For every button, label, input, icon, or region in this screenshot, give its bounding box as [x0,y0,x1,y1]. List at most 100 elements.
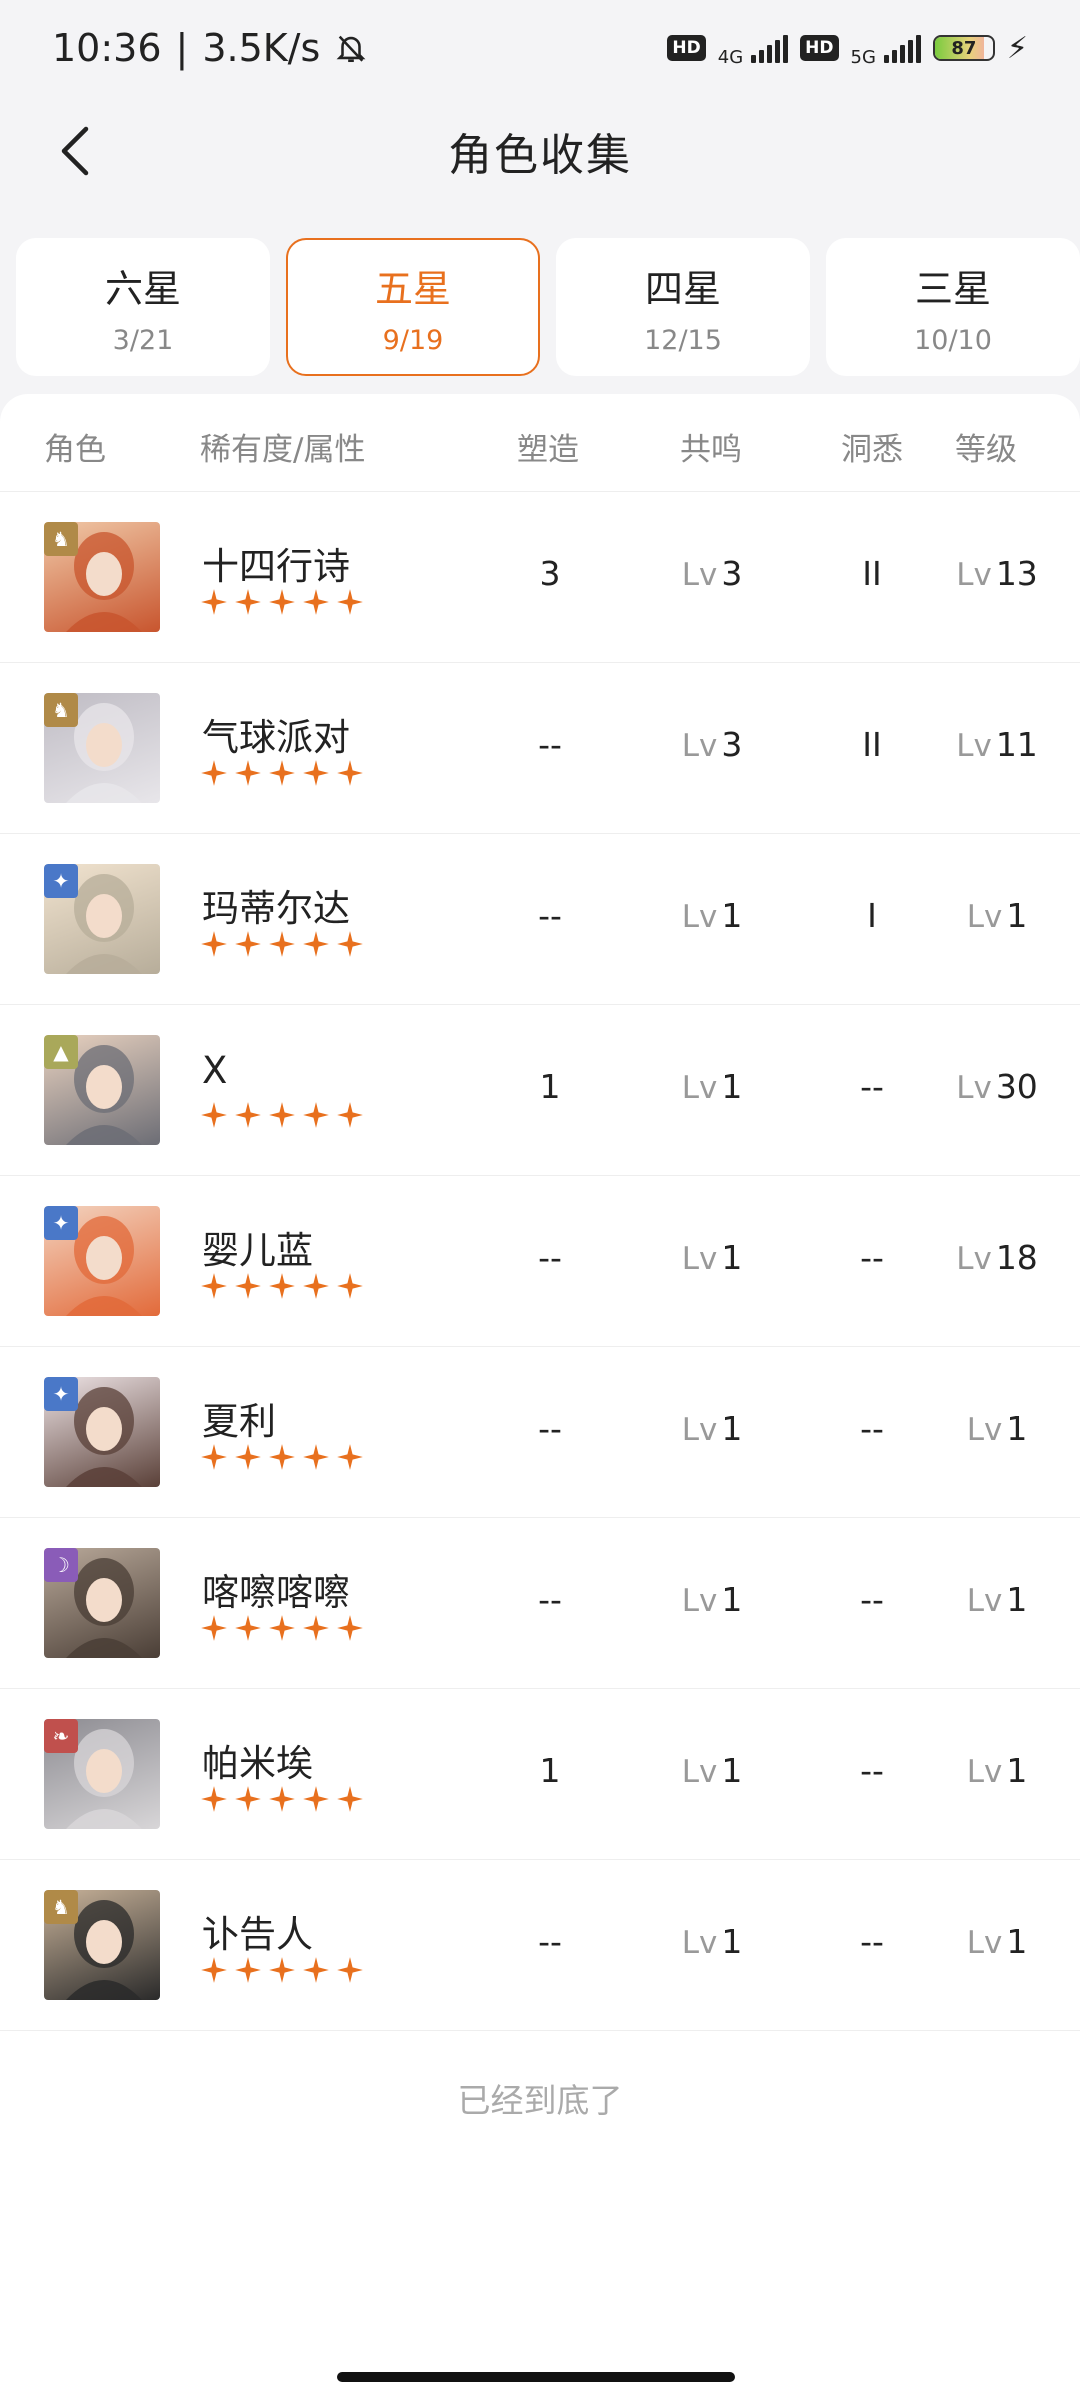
star-icon [337,1957,363,1983]
shape-value: -- [538,896,562,935]
rarity-stars [200,1272,364,1300]
resonance-level: 1 [721,1580,743,1619]
back-button[interactable] [48,124,102,178]
resonance-value: Lv 1 [660,1751,764,1790]
resonance-level: 1 [721,896,743,935]
star-icon [235,1444,261,1470]
separator: | [175,26,189,70]
table-row[interactable]: ♞ 讣告人 -- Lv 1 -- Lv 1 [0,1860,1080,2031]
table-row[interactable]: ✦ 夏利 -- Lv 1 -- Lv 1 [0,1347,1080,1518]
level-number: 1 [1006,1751,1028,1790]
level-number: 1 [1006,896,1028,935]
star-icon [303,931,329,957]
character-avatar: ✦ [44,864,160,974]
level-value: Lv 1 [942,1922,1052,1961]
network-speed: 3.5K/s [202,26,321,70]
star-icon [303,1102,329,1128]
character-name: 玛蒂尔达 [202,887,350,930]
tab-count: 3/21 [112,325,174,356]
star-icon [235,1786,261,1812]
rarity-stars [200,1785,364,1813]
shape-value: 3 [539,554,561,593]
star-icon [337,1615,363,1641]
resonance-level: 1 [721,1238,743,1277]
shape-value: 1 [539,1067,561,1106]
table-row[interactable]: ♞ 气球派对 -- Lv 3 II Lv 11 [0,663,1080,834]
star-icon: ✦ [44,864,78,898]
end-of-list: 已经到底了 [457,2081,623,2120]
resonance-value: Lv 1 [660,1238,764,1277]
insight-value: -- [860,1922,884,1961]
level-number: 13 [995,554,1038,593]
resonance-level: 1 [721,1409,743,1448]
signal-icon [883,33,921,63]
star-icon [337,760,363,786]
star-icon [337,1444,363,1470]
status-bar: 10:36 | 3.5K/s HD 4G HD 5G 87 ⚡ [0,0,1080,96]
table-header: 角色 稀有度/属性 塑造 共鸣 洞悉 等级 [0,394,1080,492]
table-row[interactable]: ✦ 婴儿蓝 -- Lv 1 -- Lv 18 [0,1176,1080,1347]
lv-prefix: Lv [681,1412,718,1448]
resonance-value: Lv 1 [660,1922,764,1961]
table-row[interactable]: ☽ 喀嚓喀嚓 -- Lv 1 -- Lv 1 [0,1518,1080,1689]
star-icon [235,1957,261,1983]
tab-six-star[interactable]: 六星 3/21 [16,238,270,376]
lv-prefix: Lv [966,1754,1003,1790]
tab-five-star[interactable]: 五星 9/19 [286,238,540,376]
resonance-value: Lv 1 [660,896,764,935]
level-value: Lv 18 [942,1238,1052,1277]
star-icon [269,760,295,786]
shape-value: -- [538,725,562,764]
shape-value: -- [538,1922,562,1961]
lv-prefix: Lv [681,1070,718,1106]
table-row[interactable]: ❧ 帕米埃 1 Lv 1 -- Lv 1 [0,1689,1080,1860]
level-value: Lv 1 [942,1751,1052,1790]
star-icon [269,589,295,615]
star-icon [303,1444,329,1470]
star-icon [337,589,363,615]
tab-three-star[interactable]: 三星 10/10 [826,238,1080,376]
star-icon [235,1273,261,1299]
page-title: 角色收集 [448,130,632,181]
table-row[interactable]: ▲ X 1 Lv 1 -- Lv 30 [0,1005,1080,1176]
star-icon [303,1273,329,1299]
character-name: 气球派对 [202,716,350,759]
shape-value: -- [538,1238,562,1277]
lv-prefix: Lv [956,557,992,593]
moon-icon: ☽ [44,1548,78,1582]
resonance-value: Lv 3 [660,725,764,764]
star-icon [269,931,295,957]
level-number: 1 [1006,1922,1028,1961]
tab-four-star[interactable]: 四星 12/15 [556,238,810,376]
insight-value: -- [860,1751,884,1790]
lv-prefix: Lv [681,557,718,593]
character-avatar: ❧ [44,1719,160,1829]
character-name: 帕米埃 [202,1742,313,1785]
tab-label: 五星 [374,267,451,311]
star-icon [337,1102,363,1128]
character-name: 婴儿蓝 [202,1229,313,1272]
tab-count: 10/10 [914,325,992,356]
level-number: 1 [1006,1580,1028,1619]
lv-prefix: Lv [681,728,718,764]
tab-count: 9/19 [382,325,444,356]
home-indicator[interactable] [337,2372,735,2382]
character-avatar: ▲ [44,1035,160,1145]
table-row[interactable]: ♞ 十四行诗 3 Lv 3 II Lv 13 [0,492,1080,663]
shape-value: 1 [539,1751,561,1790]
star-icon [201,1786,227,1812]
character-avatar: ♞ [44,1890,160,2000]
character-avatar: ✦ [44,1377,160,1487]
table-row[interactable]: ✦ 玛蒂尔达 -- Lv 1 I Lv 1 [0,834,1080,1005]
rarity-stars [200,930,364,958]
hd-badge: HD [800,35,839,61]
plant-icon: ❧ [44,1719,78,1753]
character-avatar: ✦ [44,1206,160,1316]
clock: 10:36 [52,26,162,70]
level-value: Lv 30 [942,1067,1052,1106]
resonance-value: Lv 1 [660,1580,764,1619]
resonance-level: 1 [721,1067,743,1106]
resonance-level: 3 [721,554,743,593]
star-icon [235,589,261,615]
lv-prefix: Lv [681,1583,718,1619]
